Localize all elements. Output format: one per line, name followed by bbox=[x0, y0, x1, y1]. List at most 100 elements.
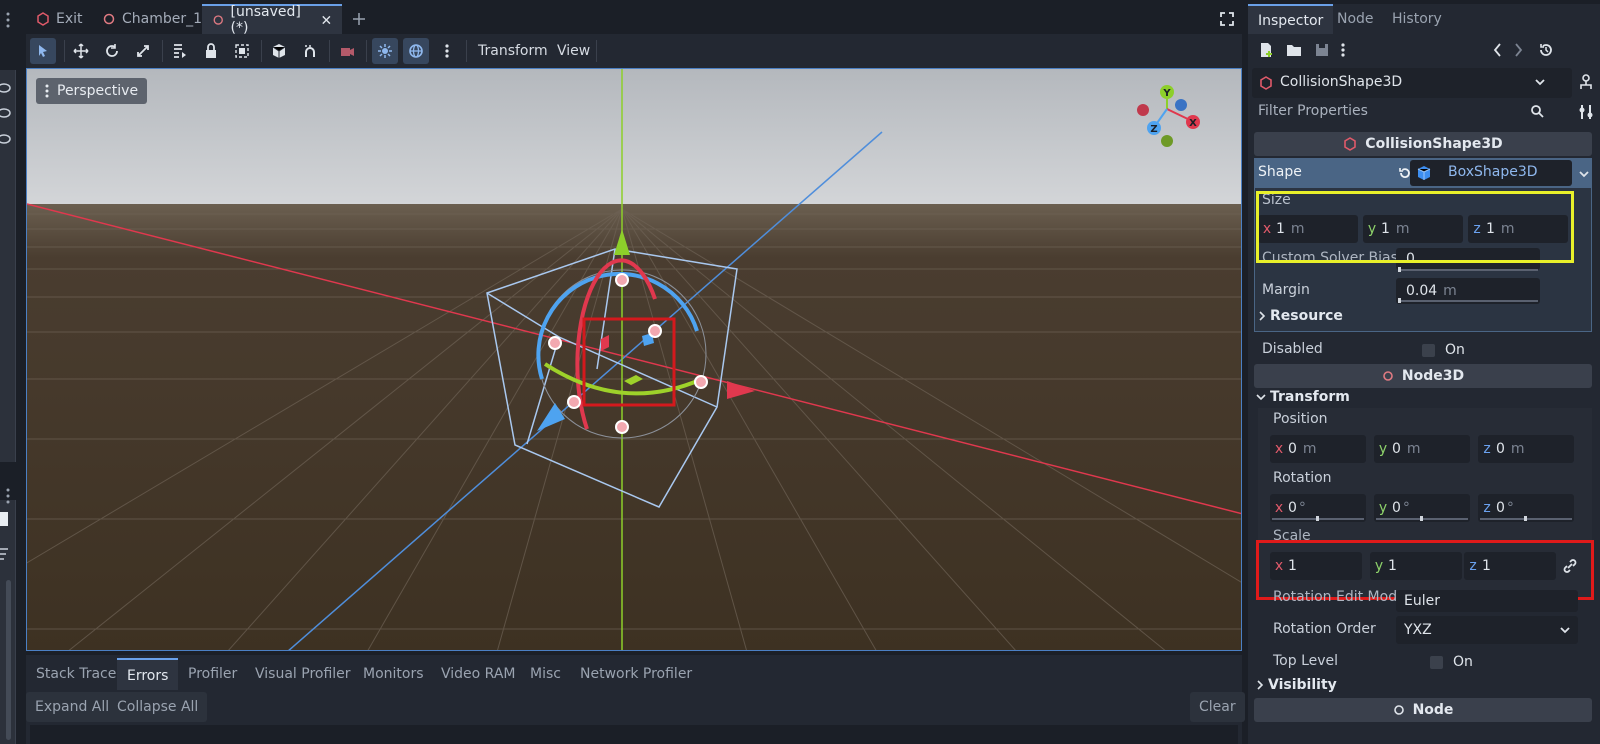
search-icon bbox=[1531, 105, 1544, 118]
group-icon bbox=[235, 44, 249, 58]
scale-mode-button[interactable] bbox=[130, 38, 156, 64]
perspective-menu-button[interactable]: Perspective bbox=[36, 78, 148, 104]
node-circle-icon bbox=[103, 13, 115, 25]
tab-node[interactable]: Node bbox=[1327, 4, 1384, 34]
sun-icon bbox=[378, 44, 392, 58]
dock-menu-icon[interactable] bbox=[3, 486, 13, 506]
collision-shape-section[interactable]: CollisionShape3D bbox=[1254, 132, 1592, 156]
top-level-checkbox[interactable]: On bbox=[1430, 654, 1473, 670]
add-tab-icon[interactable] bbox=[352, 12, 366, 26]
debugger-panel: Stack Trace Errors Profiler Visual Profi… bbox=[26, 655, 1245, 744]
snap-magnet-button[interactable] bbox=[297, 38, 323, 64]
tab-misc[interactable]: Misc bbox=[520, 658, 571, 690]
disabled-checkbox[interactable]: On bbox=[1422, 342, 1465, 358]
tab-monitors[interactable]: Monitors bbox=[353, 658, 434, 690]
group-button[interactable] bbox=[229, 38, 255, 64]
view-menu[interactable]: View bbox=[557, 34, 590, 68]
node-section[interactable]: Node bbox=[1254, 698, 1592, 722]
resource-group[interactable]: Resource bbox=[1258, 305, 1343, 327]
tab-video-ram[interactable]: Video RAM bbox=[431, 658, 526, 690]
cube-icon bbox=[272, 44, 286, 58]
kebab-menu-icon bbox=[45, 84, 49, 98]
visibility-eye-icon[interactable] bbox=[0, 80, 12, 150]
save-icon[interactable] bbox=[1314, 42, 1330, 58]
perspective-label: Perspective bbox=[57, 83, 139, 99]
close-icon[interactable] bbox=[321, 14, 332, 26]
kebab-menu-icon[interactable] bbox=[1340, 42, 1346, 58]
clear-button[interactable]: Clear bbox=[1190, 692, 1245, 722]
lock-button[interactable] bbox=[198, 38, 224, 64]
position-x-field[interactable]: x0m bbox=[1270, 435, 1366, 463]
scene-tab-label: [unsaved](*) bbox=[230, 4, 301, 36]
history-back-icon[interactable] bbox=[1492, 42, 1502, 58]
transform-group[interactable]: Transform bbox=[1256, 386, 1350, 408]
node-tree-icon[interactable] bbox=[1578, 74, 1594, 92]
rotation-order-select[interactable]: YXZ bbox=[1396, 616, 1578, 644]
object-history-icon[interactable] bbox=[1538, 42, 1554, 58]
position-y-field[interactable]: y0m bbox=[1374, 435, 1470, 463]
3d-viewport[interactable]: Y X Z Perspective bbox=[26, 68, 1242, 651]
scene-tab-label: Chamber_1 bbox=[122, 11, 203, 27]
scene-tab-exit[interactable]: Exit bbox=[26, 4, 93, 34]
rotation-edit-mode-select[interactable]: Euler bbox=[1396, 590, 1578, 612]
scrollbar[interactable] bbox=[6, 580, 11, 740]
node3d-section[interactable]: Node3D bbox=[1254, 364, 1592, 388]
sun-preview-button[interactable] bbox=[372, 38, 398, 64]
camera-icon bbox=[341, 48, 354, 56]
collapse-all-button[interactable]: Collapse All bbox=[108, 692, 208, 722]
shape-label: Shape bbox=[1258, 164, 1302, 180]
gizmo-x-label: X bbox=[1189, 118, 1197, 129]
collision-shape-icon bbox=[1260, 76, 1272, 90]
tab-network-profiler[interactable]: Network Profiler bbox=[570, 658, 702, 690]
distraction-free-icon[interactable] bbox=[1220, 12, 1234, 26]
tools-icon[interactable] bbox=[1578, 104, 1594, 120]
top-level-label: Top Level bbox=[1273, 653, 1339, 669]
tab-history[interactable]: History bbox=[1382, 4, 1452, 34]
filter-lines-icon[interactable] bbox=[0, 546, 10, 562]
node-circle-icon bbox=[213, 15, 223, 25]
tab-visual-profiler[interactable]: Visual Profiler bbox=[245, 658, 361, 690]
open-folder-icon[interactable] bbox=[1286, 42, 1302, 58]
node-selector-label: CollisionShape3D bbox=[1280, 74, 1403, 90]
camera-preview-button[interactable] bbox=[334, 38, 360, 64]
error-list[interactable] bbox=[30, 725, 1238, 744]
rotate-mode-button[interactable] bbox=[99, 38, 125, 64]
chevron-down-icon bbox=[1560, 627, 1570, 634]
gizmo-y-label: Y bbox=[1162, 88, 1171, 99]
tab-profiler[interactable]: Profiler bbox=[178, 658, 247, 690]
more-options-button[interactable] bbox=[434, 38, 460, 64]
highlight-yellow-box bbox=[1256, 191, 1574, 263]
position-z-field[interactable]: z0m bbox=[1478, 435, 1574, 463]
scene-tab-unsaved[interactable]: [unsaved](*) bbox=[202, 4, 342, 36]
dock-menu-icon[interactable] bbox=[3, 10, 13, 30]
environment-preview-button[interactable] bbox=[403, 38, 429, 64]
rotation-order-label: Rotation Order bbox=[1273, 621, 1376, 637]
scene-tab-chamber[interactable]: Chamber_1 bbox=[92, 4, 212, 34]
chevron-down-icon[interactable] bbox=[1579, 170, 1589, 178]
visibility-group[interactable]: Visibility bbox=[1256, 674, 1337, 696]
move-mode-button[interactable] bbox=[68, 38, 94, 64]
rotate-icon bbox=[106, 44, 118, 57]
filter-properties-input[interactable]: Filter Properties bbox=[1252, 98, 1546, 126]
shape-value: BoxShape3D bbox=[1448, 164, 1538, 180]
shape-resource-picker[interactable]: BoxShape3D bbox=[1410, 160, 1572, 186]
transform-menu[interactable]: Transform bbox=[478, 34, 548, 68]
tab-errors[interactable]: Errors bbox=[117, 658, 179, 690]
scale-icon bbox=[137, 45, 149, 57]
select-mode-button[interactable] bbox=[30, 38, 56, 64]
viewport-scene[interactable]: Y X Z bbox=[27, 69, 1242, 651]
scene-tab-bar: Exit Chamber_1 [unsaved](*) bbox=[26, 4, 1242, 36]
box-shape-icon bbox=[1417, 166, 1431, 180]
section-title: CollisionShape3D bbox=[1365, 136, 1503, 152]
tab-stack-trace[interactable]: Stack Trace bbox=[26, 658, 126, 690]
node-selector[interactable]: CollisionShape3D bbox=[1252, 68, 1572, 98]
scene-cube-icon bbox=[37, 12, 49, 26]
margin-label: Margin bbox=[1262, 282, 1310, 298]
scene-tab-label: Exit bbox=[56, 11, 83, 27]
list-select-button[interactable] bbox=[167, 38, 193, 64]
history-forward-icon[interactable] bbox=[1514, 42, 1524, 58]
expand-all-button[interactable]: Expand All bbox=[26, 692, 119, 722]
snap-object-button[interactable] bbox=[266, 38, 292, 64]
tab-inspector[interactable]: Inspector bbox=[1248, 4, 1334, 34]
new-resource-icon[interactable] bbox=[1258, 42, 1274, 58]
